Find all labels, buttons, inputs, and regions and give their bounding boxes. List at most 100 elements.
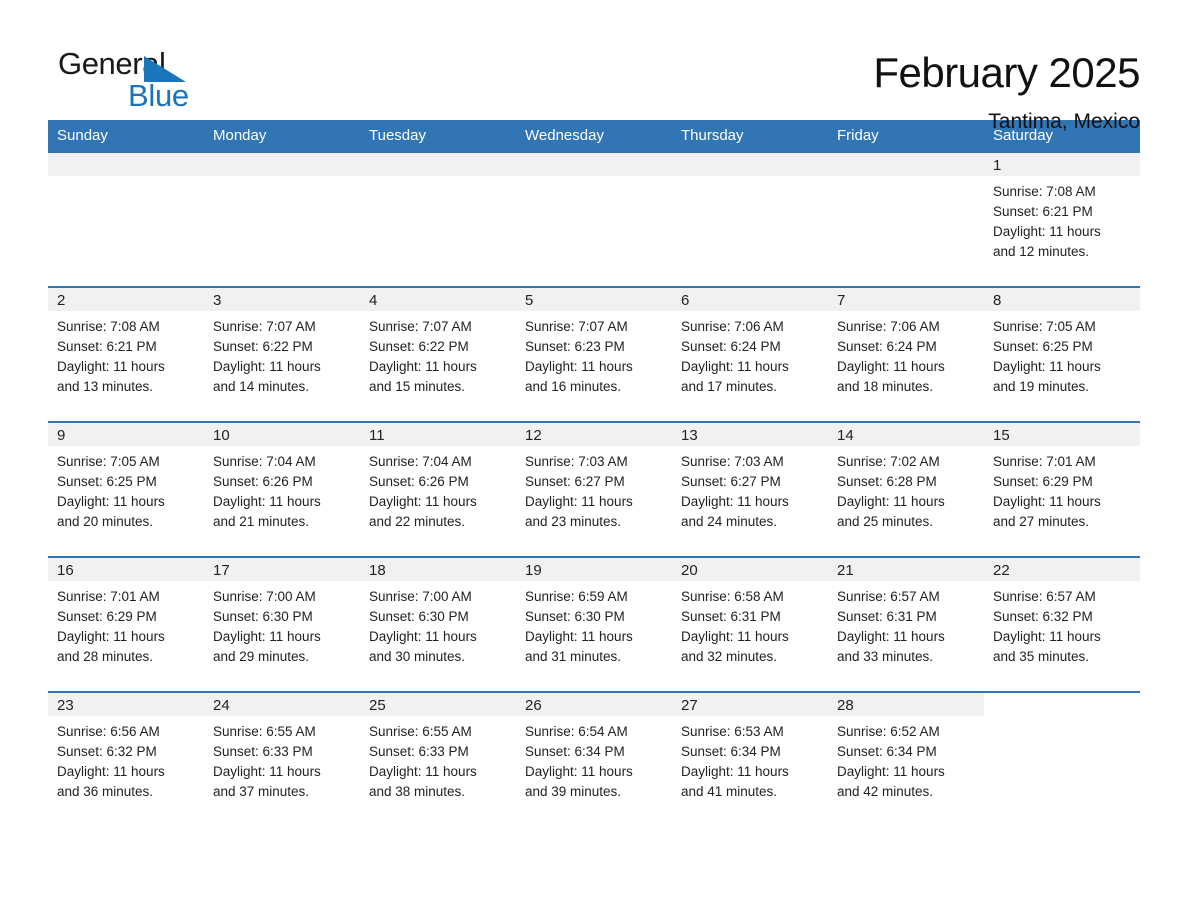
sunrise-text: Sunrise: 7:04 AM xyxy=(369,454,472,469)
daylight-text-line2: and 41 minutes. xyxy=(681,784,778,799)
calendar-day-cell[interactable]: 12 Sunrise: 7:03 AM Sunset: 6:27 PM Dayligh… xyxy=(516,421,672,557)
sunset-text: Sunset: 6:24 PM xyxy=(681,339,781,354)
daylight-text-line1: Daylight: 11 hours xyxy=(57,359,165,374)
day-cell-inner: 5 Sunrise: 7:07 AM Sunset: 6:23 PM Daylight… xyxy=(516,288,672,421)
sunrise-text: Sunrise: 6:52 AM xyxy=(837,724,940,739)
calendar-day-cell[interactable]: 16 Sunrise: 7:01 AM Sunset: 6:29 PM Dayligh… xyxy=(48,556,204,692)
daylight-text-line1: Daylight: 11 hours xyxy=(213,629,321,644)
day-sun-info: Sunrise: 6:52 AM Sunset: 6:34 PM Daylight:… xyxy=(828,716,984,802)
sunset-text: Sunset: 6:30 PM xyxy=(213,609,313,624)
day-cell-inner: 6 Sunrise: 7:06 AM Sunset: 6:24 PM Daylight… xyxy=(672,288,828,421)
daylight-text-line2: and 39 minutes. xyxy=(525,784,622,799)
calendar-day-cell[interactable]: 21 Sunrise: 6:57 AM Sunset: 6:31 PM Dayligh… xyxy=(828,556,984,692)
sunset-text: Sunset: 6:30 PM xyxy=(525,609,625,624)
day-sun-info: Sunrise: 7:01 AM Sunset: 6:29 PM Daylight:… xyxy=(48,581,204,667)
calendar-day-cell[interactable]: 15 Sunrise: 7:01 AM Sunset: 6:29 PM Dayligh… xyxy=(984,421,1140,557)
calendar-day-cell[interactable]: 1 Sunrise: 7:08 AM Sunset: 6:21 PM Daylight… xyxy=(984,151,1140,287)
calendar-week-row: 9 Sunrise: 7:05 AM Sunset: 6:25 PM Daylight… xyxy=(48,421,1140,557)
daylight-text-line1: Daylight: 11 hours xyxy=(681,629,789,644)
daylight-text-line2: and 29 minutes. xyxy=(213,649,310,664)
daylight-text-line1: Daylight: 11 hours xyxy=(837,764,945,779)
day-cell-inner xyxy=(204,153,360,286)
calendar-day-cell[interactable]: 26 Sunrise: 6:54 AM Sunset: 6:34 PM Dayligh… xyxy=(516,691,672,827)
calendar-empty-cell xyxy=(984,691,1140,827)
calendar-day-cell[interactable]: 19 Sunrise: 6:59 AM Sunset: 6:30 PM Dayligh… xyxy=(516,556,672,692)
sunrise-text: Sunrise: 7:02 AM xyxy=(837,454,940,469)
day-sun-info: Sunrise: 6:57 AM Sunset: 6:31 PM Daylight:… xyxy=(828,581,984,667)
calendar-day-cell[interactable]: 20 Sunrise: 6:58 AM Sunset: 6:31 PM Dayligh… xyxy=(672,556,828,692)
calendar-week-row: 2 Sunrise: 7:08 AM Sunset: 6:21 PM Daylight… xyxy=(48,286,1140,422)
day-cell-inner: 8 Sunrise: 7:05 AM Sunset: 6:25 PM Daylight… xyxy=(984,288,1140,421)
day-number: 28 xyxy=(828,693,984,716)
daylight-text-line1: Daylight: 11 hours xyxy=(681,494,789,509)
calendar-day-cell[interactable]: 22 Sunrise: 6:57 AM Sunset: 6:32 PM Dayligh… xyxy=(984,556,1140,692)
sunrise-text: Sunrise: 7:00 AM xyxy=(369,589,472,604)
sunset-text: Sunset: 6:21 PM xyxy=(993,204,1093,219)
daylight-text-line2: and 21 minutes. xyxy=(213,514,310,529)
day-cell-inner xyxy=(984,693,1140,827)
calendar-day-cell[interactable]: 17 Sunrise: 7:00 AM Sunset: 6:30 PM Dayligh… xyxy=(204,556,360,692)
day-number: 12 xyxy=(516,423,672,446)
calendar-day-cell[interactable]: 13 Sunrise: 7:03 AM Sunset: 6:27 PM Dayligh… xyxy=(672,421,828,557)
day-cell-inner: 1 Sunrise: 7:08 AM Sunset: 6:21 PM Daylight… xyxy=(984,153,1140,286)
calendar-day-cell[interactable]: 25 Sunrise: 6:55 AM Sunset: 6:33 PM Dayligh… xyxy=(360,691,516,827)
calendar-day-cell[interactable]: 28 Sunrise: 6:52 AM Sunset: 6:34 PM Dayligh… xyxy=(828,691,984,827)
calendar-day-cell[interactable]: 6 Sunrise: 7:06 AM Sunset: 6:24 PM Daylight… xyxy=(672,286,828,422)
calendar-day-cell[interactable]: 10 Sunrise: 7:04 AM Sunset: 6:26 PM Dayligh… xyxy=(204,421,360,557)
day-cell-inner: 12 Sunrise: 7:03 AM Sunset: 6:27 PM Dayligh… xyxy=(516,423,672,556)
daylight-text-line2: and 28 minutes. xyxy=(57,649,154,664)
sunrise-text: Sunrise: 6:54 AM xyxy=(525,724,628,739)
sunrise-text: Sunrise: 6:56 AM xyxy=(57,724,160,739)
calendar-day-cell[interactable]: 5 Sunrise: 7:07 AM Sunset: 6:23 PM Daylight… xyxy=(516,286,672,422)
calendar-week-row: 1 Sunrise: 7:08 AM Sunset: 6:21 PM Daylight… xyxy=(48,151,1140,287)
daylight-text-line1: Daylight: 11 hours xyxy=(681,359,789,374)
sunset-text: Sunset: 6:27 PM xyxy=(525,474,625,489)
calendar-day-cell[interactable]: 8 Sunrise: 7:05 AM Sunset: 6:25 PM Daylight… xyxy=(984,286,1140,422)
day-sun-info: Sunrise: 7:08 AM Sunset: 6:21 PM Daylight:… xyxy=(984,176,1140,262)
day-number: 4 xyxy=(360,288,516,311)
calendar-day-cell[interactable]: 18 Sunrise: 7:00 AM Sunset: 6:30 PM Dayligh… xyxy=(360,556,516,692)
sunset-text: Sunset: 6:29 PM xyxy=(57,609,157,624)
calendar-day-cell[interactable]: 9 Sunrise: 7:05 AM Sunset: 6:25 PM Daylight… xyxy=(48,421,204,557)
sunset-text: Sunset: 6:34 PM xyxy=(681,744,781,759)
calendar-day-cell[interactable]: 2 Sunrise: 7:08 AM Sunset: 6:21 PM Daylight… xyxy=(48,286,204,422)
sunrise-text: Sunrise: 7:05 AM xyxy=(993,319,1096,334)
day-sun-info: Sunrise: 7:07 AM Sunset: 6:22 PM Daylight:… xyxy=(360,311,516,397)
weekday-header-wednesday: Wednesday xyxy=(516,120,672,152)
daylight-text-line2: and 13 minutes. xyxy=(57,379,154,394)
daylight-text-line1: Daylight: 11 hours xyxy=(681,764,789,779)
calendar-day-cell[interactable]: 11 Sunrise: 7:04 AM Sunset: 6:26 PM Dayligh… xyxy=(360,421,516,557)
calendar-day-cell[interactable]: 14 Sunrise: 7:02 AM Sunset: 6:28 PM Dayligh… xyxy=(828,421,984,557)
sunrise-text: Sunrise: 7:01 AM xyxy=(993,454,1096,469)
day-cell-inner xyxy=(672,153,828,286)
day-sun-info: Sunrise: 7:03 AM Sunset: 6:27 PM Daylight:… xyxy=(672,446,828,532)
sunrise-text: Sunrise: 6:59 AM xyxy=(525,589,628,604)
daylight-text-line2: and 37 minutes. xyxy=(213,784,310,799)
calendar-day-cell[interactable]: 7 Sunrise: 7:06 AM Sunset: 6:24 PM Daylight… xyxy=(828,286,984,422)
day-cell-inner: 17 Sunrise: 7:00 AM Sunset: 6:30 PM Dayligh… xyxy=(204,558,360,691)
calendar-empty-cell xyxy=(360,151,516,287)
daylight-text-line2: and 12 minutes. xyxy=(993,244,1090,259)
day-number: 27 xyxy=(672,693,828,716)
sunset-text: Sunset: 6:24 PM xyxy=(837,339,937,354)
calendar-day-cell[interactable]: 3 Sunrise: 7:07 AM Sunset: 6:22 PM Daylight… xyxy=(204,286,360,422)
daylight-text-line1: Daylight: 11 hours xyxy=(525,494,633,509)
weekday-header-sunday: Sunday xyxy=(48,120,204,152)
sunset-text: Sunset: 6:25 PM xyxy=(993,339,1093,354)
daylight-text-line1: Daylight: 11 hours xyxy=(369,494,477,509)
sunset-text: Sunset: 6:26 PM xyxy=(213,474,313,489)
weekday-header-thursday: Thursday xyxy=(672,120,828,152)
day-cell-inner: 18 Sunrise: 7:00 AM Sunset: 6:30 PM Dayligh… xyxy=(360,558,516,691)
calendar-day-cell[interactable]: 27 Sunrise: 6:53 AM Sunset: 6:34 PM Dayligh… xyxy=(672,691,828,827)
sunrise-text: Sunrise: 7:07 AM xyxy=(213,319,316,334)
daylight-text-line2: and 24 minutes. xyxy=(681,514,778,529)
daylight-text-line2: and 22 minutes. xyxy=(369,514,466,529)
calendar-day-cell[interactable]: 24 Sunrise: 6:55 AM Sunset: 6:33 PM Dayligh… xyxy=(204,691,360,827)
day-number: 7 xyxy=(828,288,984,311)
calendar-empty-cell xyxy=(48,151,204,287)
sunrise-text: Sunrise: 7:05 AM xyxy=(57,454,160,469)
calendar-day-cell[interactable]: 23 Sunrise: 6:56 AM Sunset: 6:32 PM Dayligh… xyxy=(48,691,204,827)
daylight-text-line1: Daylight: 11 hours xyxy=(213,359,321,374)
calendar-day-cell[interactable]: 4 Sunrise: 7:07 AM Sunset: 6:22 PM Daylight… xyxy=(360,286,516,422)
sunset-text: Sunset: 6:25 PM xyxy=(57,474,157,489)
